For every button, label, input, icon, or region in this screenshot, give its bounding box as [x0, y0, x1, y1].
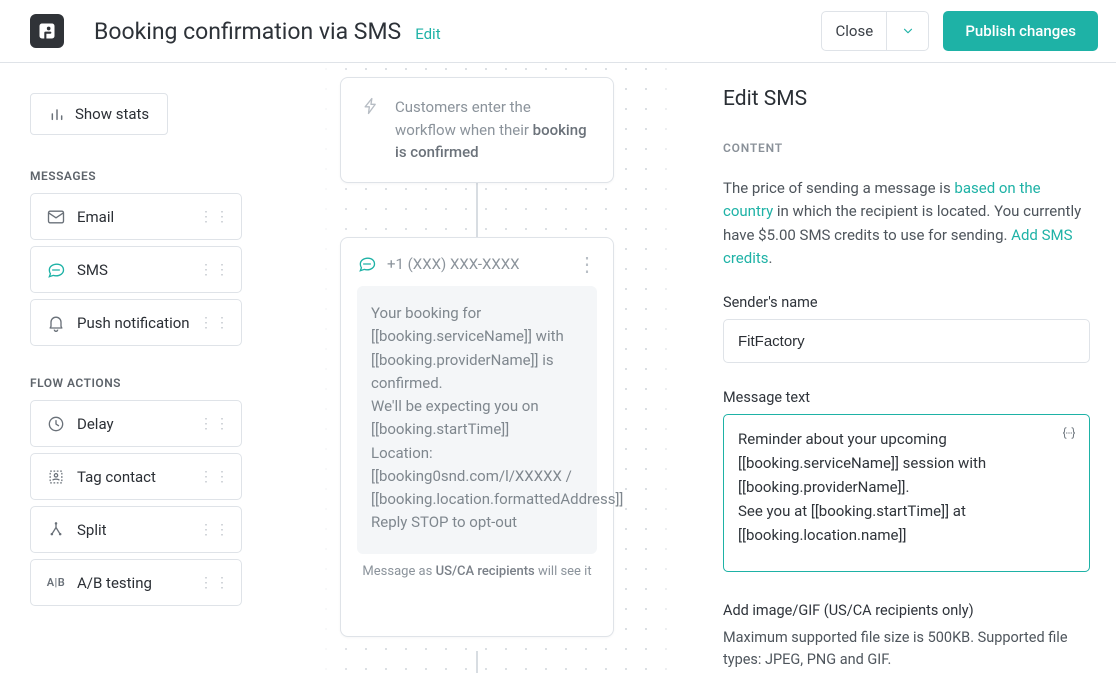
sender-name-group: Sender's name	[723, 294, 1090, 363]
pricing-pre: The price of sending a message is	[723, 179, 954, 197]
ab-testing-icon: A|B	[45, 576, 67, 589]
mail-icon	[45, 207, 67, 227]
flow-actions-list: Delay ⋮⋮ Tag contact ⋮⋮ Split ⋮⋮	[30, 400, 260, 612]
main-layout: Show stats MESSAGES Email ⋮⋮ SMS ⋮⋮	[0, 63, 1116, 673]
drag-handle-icon: ⋮⋮	[199, 209, 231, 225]
pricing-info: The price of sending a message is based …	[723, 177, 1090, 270]
block-sms[interactable]: SMS ⋮⋮	[30, 246, 242, 293]
sms-icon	[45, 260, 67, 280]
trigger-text-prefix: Customers enter the workflow when their	[395, 98, 533, 139]
sidebar: Show stats MESSAGES Email ⋮⋮ SMS ⋮⋮	[0, 63, 260, 673]
sms-foot-strong: US/CA recipients	[436, 564, 535, 579]
sms-node[interactable]: +1 (XXX) XXX-XXXX ⋮ Your booking for [[b…	[340, 237, 614, 637]
message-text-label: Message text	[723, 389, 1090, 406]
drag-handle-icon: ⋮⋮	[199, 575, 231, 591]
block-label: Delay	[77, 415, 114, 433]
sms-node-header: +1 (XXX) XXX-XXXX ⋮	[357, 254, 597, 274]
block-label: SMS	[77, 261, 108, 279]
split-icon	[45, 520, 67, 540]
bell-icon	[45, 313, 67, 333]
lightning-icon	[361, 96, 381, 164]
block-label: Push notification	[77, 314, 190, 332]
bar-chart-icon	[49, 106, 65, 122]
close-menu-button[interactable]	[887, 11, 929, 51]
sms-preview-body: Your booking for [[booking.serviceName]]…	[357, 286, 597, 554]
sms-node-more-button[interactable]: ⋮	[577, 258, 597, 270]
block-push[interactable]: Push notification ⋮⋮	[30, 299, 242, 346]
page-title: Booking confirmation via SMS	[94, 18, 401, 45]
sms-foot-post: will see it	[535, 564, 592, 579]
sms-foot-pre: Message as	[362, 564, 435, 579]
block-ab-testing[interactable]: A|B A/B testing ⋮⋮	[30, 559, 242, 606]
drag-handle-icon: ⋮⋮	[199, 315, 231, 331]
trigger-node[interactable]: Customers enter the workflow when their …	[340, 77, 614, 183]
block-label: Email	[77, 208, 114, 226]
sms-bubble-icon	[357, 254, 377, 274]
close-button-group: Close	[821, 11, 929, 51]
image-upload-group: Add image/GIF (US/CA recipients only) Ma…	[723, 602, 1090, 672]
show-stats-button[interactable]: Show stats	[30, 93, 168, 135]
flow-actions-section: FLOW ACTIONS Delay ⋮⋮ Tag contact ⋮⋮	[30, 376, 260, 612]
panel-heading: Edit SMS	[723, 87, 1090, 111]
chevron-down-icon	[901, 24, 915, 38]
sms-preview-caption: Message as US/CA recipients will see it	[357, 564, 597, 579]
block-email[interactable]: Email ⋮⋮	[30, 193, 242, 240]
messages-section: MESSAGES Email ⋮⋮ SMS ⋮⋮	[30, 169, 260, 352]
drag-handle-icon: ⋮⋮	[199, 469, 231, 485]
drag-handle-icon: ⋮⋮	[199, 522, 231, 538]
drag-handle-icon: ⋮⋮	[199, 262, 231, 278]
canvas-connector	[476, 651, 478, 673]
message-text-input[interactable]	[723, 414, 1090, 572]
app-header: Booking confirmation via SMS Edit Close …	[0, 0, 1116, 63]
image-upload-label: Add image/GIF (US/CA recipients only)	[723, 602, 1090, 619]
sms-from-number: +1 (XXX) XXX-XXXX	[387, 255, 520, 273]
insert-merge-tag-button[interactable]	[1060, 424, 1080, 444]
merge-tag-icon	[1060, 424, 1078, 442]
tag-contact-icon	[45, 467, 67, 487]
show-stats-label: Show stats	[75, 105, 149, 123]
block-label: Tag contact	[77, 468, 156, 486]
edit-title-link[interactable]: Edit	[415, 25, 440, 43]
drag-handle-icon: ⋮⋮	[199, 416, 231, 432]
image-upload-note: Maximum supported file size is 500KB. Su…	[723, 627, 1090, 672]
header-right: Close Publish changes	[821, 11, 1098, 51]
clock-icon	[45, 414, 67, 434]
block-split[interactable]: Split ⋮⋮	[30, 506, 242, 553]
edit-sms-panel: Edit SMS CONTENT The price of sending a …	[691, 63, 1116, 673]
workflow-canvas[interactable]: Customers enter the workflow when their …	[260, 63, 691, 673]
block-delay[interactable]: Delay ⋮⋮	[30, 400, 242, 447]
app-logo	[30, 14, 64, 48]
message-text-group: Message text	[723, 389, 1090, 576]
block-tag-contact[interactable]: Tag contact ⋮⋮	[30, 453, 242, 500]
logo-mark-icon	[37, 21, 57, 41]
title-area: Booking confirmation via SMS Edit	[94, 18, 441, 45]
trigger-text: Customers enter the workflow when their …	[395, 96, 593, 164]
messages-section-label: MESSAGES	[30, 169, 260, 183]
block-label: Split	[77, 521, 107, 539]
sender-name-label: Sender's name	[723, 294, 1090, 311]
panel-section-label: CONTENT	[723, 141, 1090, 155]
period: .	[769, 249, 773, 267]
close-button[interactable]: Close	[821, 11, 887, 51]
block-label: A/B testing	[77, 574, 152, 592]
header-left: Booking confirmation via SMS Edit	[30, 14, 441, 48]
publish-button[interactable]: Publish changes	[943, 11, 1098, 51]
sender-name-input[interactable]	[723, 319, 1090, 363]
flow-actions-section-label: FLOW ACTIONS	[30, 376, 260, 390]
messages-list: Email ⋮⋮ SMS ⋮⋮ Push notification ⋮⋮	[30, 193, 260, 352]
